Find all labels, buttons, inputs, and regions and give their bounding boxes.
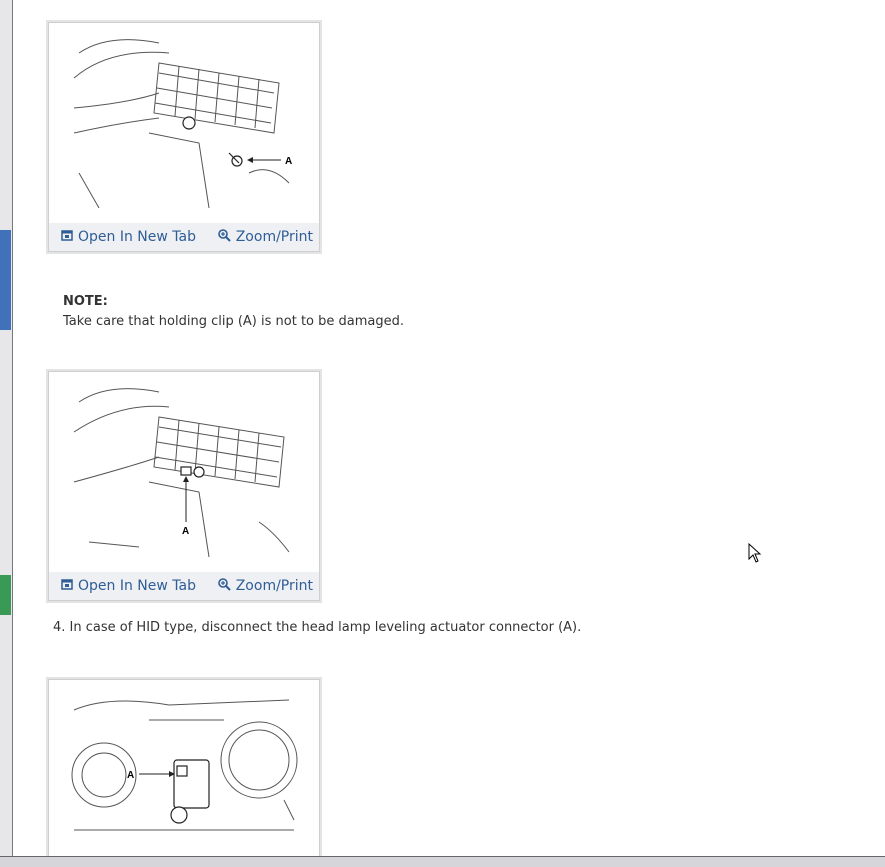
zoom-print-link[interactable]: Zoom/Print — [217, 228, 313, 246]
new-tab-icon — [61, 229, 73, 245]
figure-2-toolbar: Open In New Tab Zoom/Print — [49, 572, 319, 600]
figure-1-callout: A — [285, 156, 292, 167]
figure-1-illustration: A — [49, 23, 319, 223]
step-4-text: 4. In case of HID type, disconnect the h… — [53, 620, 582, 635]
zoom-print-label: Zoom/Print — [235, 229, 313, 245]
magnifier-icon — [217, 228, 231, 246]
figure-2-callout: A — [182, 526, 189, 537]
open-in-new-tab-link[interactable]: Open In New Tab — [61, 229, 196, 245]
new-tab-icon — [61, 578, 73, 594]
figure-3: A — [48, 679, 320, 861]
note-heading: NOTE: — [63, 294, 108, 309]
note-text: Take care that holding clip (A) is not t… — [63, 314, 404, 329]
left-window-edge — [0, 0, 13, 867]
mouse-cursor-icon — [748, 542, 762, 567]
open-in-new-tab-label: Open In New Tab — [78, 578, 196, 594]
figure-3-illustration: A — [49, 680, 319, 860]
figure-2-illustration: A — [49, 372, 319, 572]
note-block: NOTE: Take care that holding clip (A) is… — [63, 292, 404, 332]
zoom-print-link[interactable]: Zoom/Print — [217, 577, 313, 595]
open-in-new-tab-link[interactable]: Open In New Tab — [61, 578, 196, 594]
figure-2: A Open In New Tab Zoom/Print — [48, 371, 320, 601]
open-in-new-tab-label: Open In New Tab — [78, 229, 196, 245]
document-content: A Open In New Tab Zoom/Print NOTE: Take … — [13, 0, 885, 861]
figure-1-toolbar: Open In New Tab Zoom/Print — [49, 223, 319, 251]
magnifier-icon — [217, 577, 231, 595]
figure-1: A Open In New Tab Zoom/Print — [48, 22, 320, 252]
figure-3-callout: A — [127, 770, 134, 781]
window-bottom-edge — [0, 856, 885, 867]
zoom-print-label: Zoom/Print — [235, 578, 313, 594]
